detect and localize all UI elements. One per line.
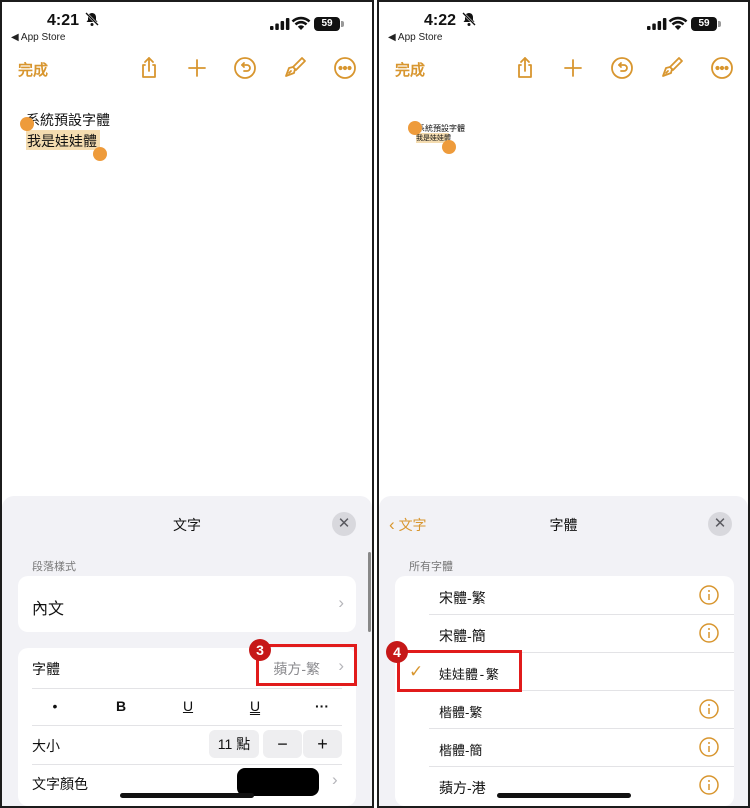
more-icon[interactable] [333,56,357,80]
document-canvas[interactable]: 系統預設字體 我是娃娃體 [2,102,372,482]
selection-start-handle[interactable] [20,117,34,131]
selection-end-handle[interactable] [93,147,107,161]
selection-end-handle[interactable] [442,140,456,154]
done-button[interactable]: 完成 [18,59,48,80]
info-icon[interactable] [699,737,719,757]
back-to-app-link[interactable]: ◀ App Store [388,32,442,43]
info-icon[interactable] [699,699,719,719]
chevron-right-icon: › [332,770,338,789]
callout-number-4: 4 [386,641,408,663]
close-icon[interactable]: ✕ [708,512,732,536]
font-row[interactable]: 楷體-繁 [395,690,734,728]
font-name: 宋體-簡 [439,629,486,645]
battery-level: 59 [314,17,340,31]
size-value: 11 點 [209,730,259,758]
font-row[interactable]: 宋體-簡 [395,614,734,652]
info-icon[interactable] [699,623,719,643]
underline-button[interactable]: U [173,698,203,714]
bell-slash-icon [461,11,477,27]
status-bar: 4:22 ◀ App Store 59 [379,2,748,46]
signal-icon [270,17,290,30]
font-row[interactable]: 蘋方-港 [395,766,734,804]
font-row[interactable]: 楷體-簡 [395,728,734,766]
info-icon[interactable] [699,585,719,605]
callout-box-3 [256,644,357,686]
left-screen: 4:21 ◀ App Store 59 完成 系統預設字體 我是娃娃體 文字 ✕… [0,0,374,808]
callout-box-4 [397,650,522,692]
toolbar: 完成 [379,54,748,84]
info-icon[interactable] [699,775,719,795]
done-button[interactable]: 完成 [395,59,425,80]
plus-icon[interactable] [561,56,585,80]
scroll-indicator [368,552,371,632]
double-underline-button[interactable]: U [240,698,270,714]
more-format-button[interactable]: ··· [307,698,337,714]
status-time: 4:22 [424,12,457,29]
font-name: 蘋方-港 [439,780,486,796]
undo-icon[interactable] [233,56,257,80]
close-icon[interactable]: ✕ [332,512,356,536]
undo-icon[interactable] [610,56,634,80]
home-indicator [120,793,254,798]
battery-icon: 59 [314,17,344,31]
bold-button[interactable]: B [106,698,136,714]
battery-icon: 59 [691,17,721,31]
text-format-sheet: 文字 ✕ 段落樣式 內文 › 字體 蘋方-繁 › • B U U ··· 大小 … [2,496,372,806]
bell-slash-icon [84,11,100,27]
size-label: 大小 [32,738,60,754]
text-color-swatch[interactable] [237,768,319,796]
back-to-app-link[interactable]: ◀ App Store [11,32,65,43]
wifi-icon [668,15,688,30]
status-bar: 4:21 ◀ App Store 59 [2,2,372,46]
size-increase-button[interactable]: + [303,730,342,758]
back-app-label: App Store [20,32,66,43]
toolbar: 完成 [2,54,372,84]
paragraph-style-row[interactable]: 內文 › [18,576,356,632]
text-color-label: 文字顏色 [32,776,88,792]
home-indicator [496,793,631,798]
font-row[interactable]: 宋體-繁 [395,576,734,614]
font-picker-sheet: ‹ 文字 字體 ✕ 所有字體 宋體-繁 宋體-簡 ✓ 娃娃體-繁 楷體-繁 楷體… [379,496,748,806]
status-time: 4:21 [47,12,80,29]
callout-number-3: 3 [249,639,271,661]
font-label: 字體 [32,661,60,677]
battery-level: 59 [691,17,717,31]
sheet-title: 字體 [549,517,578,533]
bullet-button[interactable]: • [40,698,70,714]
share-icon[interactable] [513,56,537,80]
section-all-fonts-label: 所有字體 [409,561,453,573]
document-canvas[interactable]: 系統預設字體 我是娃娃體 [379,102,748,482]
sheet-title: 文字 [173,517,201,533]
paragraph-style-value: 內文 [32,601,65,618]
size-decrease-button[interactable]: − [263,730,302,758]
paintbrush-icon[interactable] [283,56,307,80]
right-screen: 4:22 ◀ App Store 59 完成 系統預設字體 我是娃娃體 ‹ 文字… [377,0,750,808]
section-paragraph-label: 段落樣式 [32,561,76,573]
share-icon[interactable] [137,56,161,80]
signal-icon [647,17,667,30]
chevron-right-icon: › [338,593,344,612]
font-name: 楷體-簡 [439,744,483,759]
font-name: 宋體-繁 [439,591,486,607]
doc-line-wawa-font: 我是娃娃體 [27,134,97,150]
font-name: 楷體-繁 [439,706,483,721]
wifi-icon [291,15,311,30]
back-app-label: App Store [397,32,443,43]
doc-line-system-font: 系統預設字體 [26,112,110,128]
more-icon[interactable] [710,56,734,80]
paintbrush-icon[interactable] [660,56,684,80]
selection-start-handle[interactable] [408,121,422,135]
plus-icon[interactable] [185,56,209,80]
